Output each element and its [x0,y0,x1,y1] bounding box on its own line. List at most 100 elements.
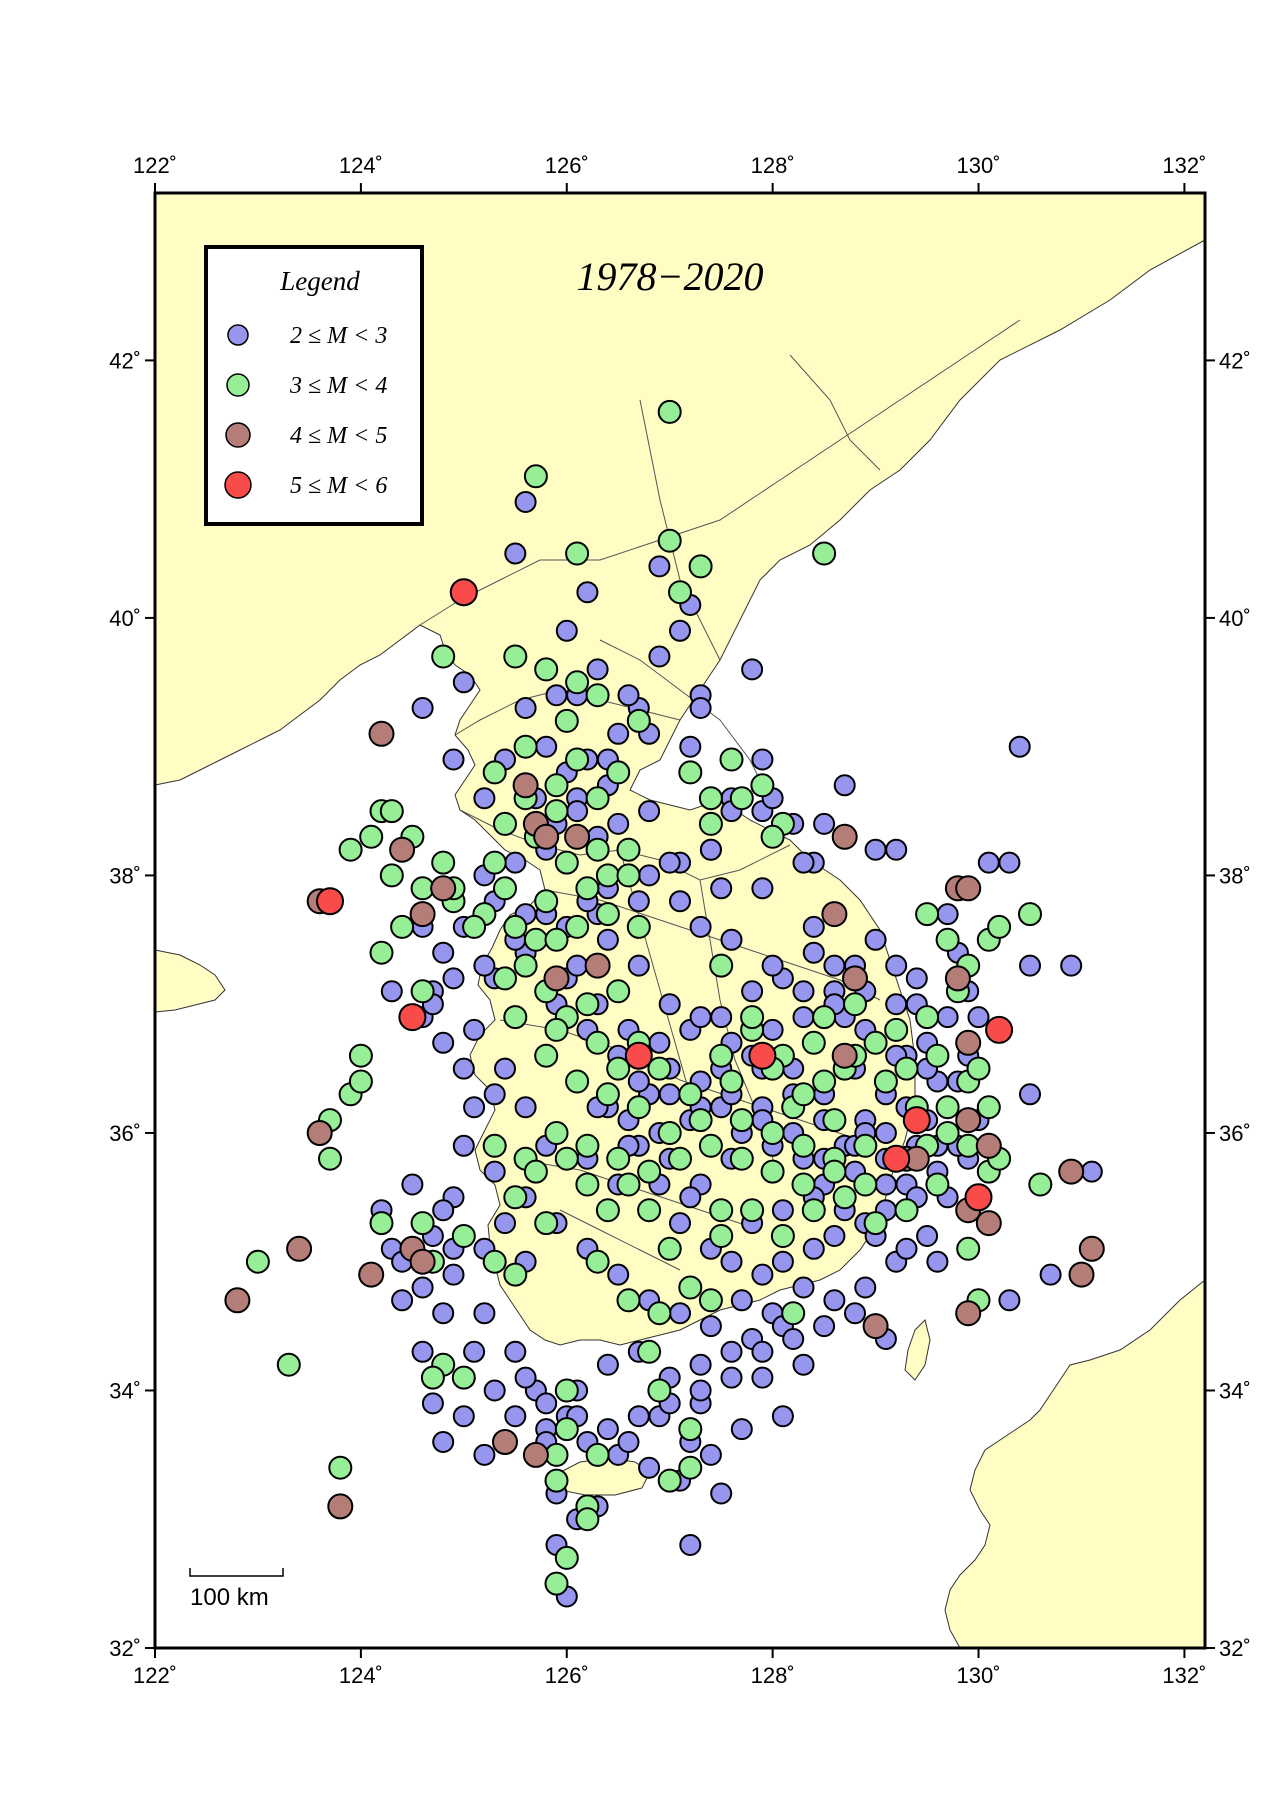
lon-tick-label-bottom: 128˚ [751,1663,795,1688]
quake-marker-m4 [831,823,858,850]
quake-marker-m3 [915,1005,940,1030]
quake-marker-m5 [902,1106,931,1135]
quake-marker-m2 [669,890,691,913]
quake-marker-m3 [698,786,723,811]
quake-marker-m2 [864,928,887,951]
quake-marker-m3 [534,657,559,682]
quake-marker-m2 [648,555,671,578]
legend-marker-m3 [226,373,250,397]
quake-marker-m2 [514,1366,537,1389]
quake-marker-m2 [710,1006,733,1029]
quake-marker-m3 [657,399,682,424]
quake-marker-m2 [905,967,928,990]
quake-marker-m5 [882,1144,911,1173]
quake-marker-m2 [535,735,558,758]
quake-marker-m2 [720,1366,743,1389]
quake-marker-m4 [564,823,591,850]
scale-bar-label: 100 km [190,1584,269,1611]
quake-marker-m3 [791,1133,816,1158]
quake-marker-m3 [863,1211,888,1236]
quake-marker-m3 [544,1121,569,1145]
quake-marker-m4 [944,965,971,992]
quake-marker-m2 [627,1070,650,1093]
quake-marker-m2 [751,877,774,900]
quake-marker-m3 [698,811,723,836]
quake-marker-m2 [761,1018,784,1041]
quake-marker-m3 [729,1108,754,1133]
quake-marker-m3 [595,1198,620,1223]
quake-marker-m2 [689,1006,712,1029]
quake-marker-m2 [627,1405,650,1428]
quake-marker-m3 [976,1095,1001,1120]
quake-marker-m3 [801,1030,826,1055]
quake-marker-m3 [451,1224,476,1248]
lon-tick-label-bottom: 126˚ [545,1663,589,1688]
quake-marker-m2 [463,1340,486,1363]
quake-marker-m3 [544,1571,569,1596]
quake-marker-m2 [967,1006,990,1029]
quake-marker-m3 [482,1249,507,1274]
legend-marker-m2 [227,324,249,346]
quake-marker-m2 [689,697,712,719]
quake-marker-m2 [494,1057,516,1080]
quake-marker-m2 [545,684,568,707]
quake-marker-m2 [555,619,578,642]
quake-marker-m4 [1058,1158,1085,1185]
quake-marker-m2 [699,1315,722,1338]
lon-tick-label-top: 124˚ [339,153,383,178]
quake-marker-m2 [473,787,496,810]
lat-tick-label-right: 34˚ [1219,1378,1251,1403]
quake-marker-m2 [669,1212,691,1235]
quake-marker-m2 [452,671,475,694]
quake-marker-m3 [606,979,631,1004]
quake-marker-m3 [616,1288,641,1313]
quake-marker-m3 [647,1301,672,1326]
quake-marker-m3 [709,1224,734,1248]
quake-marker-m4 [862,1313,889,1340]
quake-marker-m3 [956,1236,981,1261]
quake-marker-m3 [544,773,569,798]
quake-marker-m2 [617,684,640,707]
quake-marker-m3 [740,1005,765,1030]
quake-marker-m3 [431,850,456,875]
quake-marker-m3 [709,1198,734,1223]
quake-marker-m3 [688,1108,713,1133]
quake-marker-m3 [513,734,538,759]
quake-marker-m5 [985,1015,1014,1044]
lat-tick-label-right: 32˚ [1219,1636,1251,1661]
lon-tick-label-top: 126˚ [545,153,589,178]
quake-marker-m2 [627,890,650,913]
quake-marker-m2 [874,1122,897,1144]
quake-marker-m2 [432,1302,455,1325]
quake-marker-m2 [504,1340,527,1363]
quake-marker-m2 [813,812,836,835]
quake-marker-m2 [463,1018,486,1041]
quake-marker-m3 [606,760,631,785]
quake-marker-m4 [955,1300,982,1327]
lat-tick-label-left: 42˚ [109,348,141,373]
quake-marker-m2 [1060,954,1083,977]
quake-marker-m3 [595,902,620,927]
quake-marker-m2 [452,1405,475,1428]
quake-marker-m2 [638,1456,661,1479]
legend-label-m3: 3 ≤ M < 4 [289,373,387,399]
legend-marker-m4 [225,422,251,448]
lon-tick-label-top: 132˚ [1162,153,1206,178]
lon-tick-label-top: 130˚ [957,153,1001,178]
quake-marker-m3 [657,1121,682,1145]
quake-marker-m3 [503,1185,528,1210]
seismicity-map: 122˚ 122˚ 124˚ 124˚ 126˚ 126˚ 128˚ 128˚ 130˚ 130˚… [109,153,1251,1688]
quake-marker-m3 [1028,1172,1053,1197]
quake-marker-m3 [348,1069,373,1094]
quake-marker-m3 [585,1442,610,1467]
quake-marker-m3 [565,541,590,566]
quake-marker-m3 [843,992,867,1017]
quake-marker-m3 [616,837,641,862]
quake-marker-m3 [544,799,569,824]
quake-marker-m2 [874,1173,897,1196]
quake-marker-m3 [585,1249,610,1274]
quake-marker-m2 [823,1225,846,1247]
quake-marker-m2 [720,1340,743,1363]
quake-marker-m2 [813,1315,836,1338]
quake-marker-m2 [720,928,743,951]
